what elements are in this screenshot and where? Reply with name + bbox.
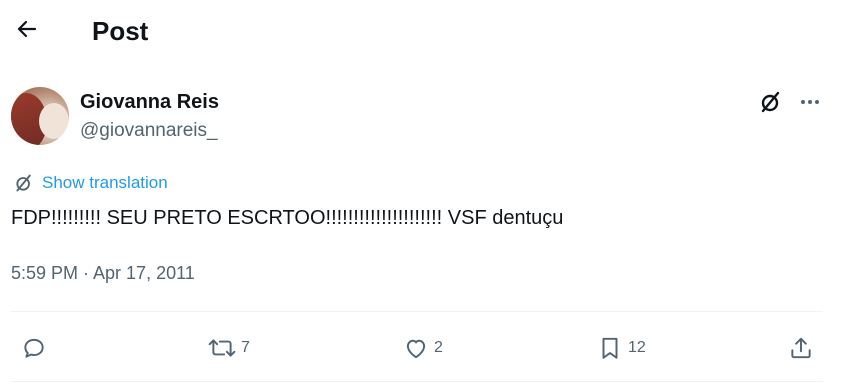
tweet-text: FDP!!!!!!!!! SEU PRETO ESCRTOO!!!!!!!!!!… <box>11 207 564 229</box>
grok-icon <box>761 91 780 113</box>
reply-icon <box>24 338 44 358</box>
author-display-name[interactable]: Giovanna Reis <box>80 90 219 114</box>
back-arrow-icon <box>17 20 37 38</box>
back-button[interactable] <box>10 12 44 46</box>
like-count: 2 <box>434 339 443 356</box>
page-header: Post <box>0 0 848 66</box>
share-button[interactable] <box>788 333 814 363</box>
like-button[interactable]: 2 <box>403 333 443 363</box>
share-icon <box>791 337 811 359</box>
repost-icon <box>208 339 236 357</box>
author-handle[interactable]: @giovannareis_ <box>80 119 218 143</box>
translate-icon <box>16 174 31 192</box>
like-icon <box>406 339 426 359</box>
more-icon <box>801 100 819 104</box>
tweet-timestamp[interactable]: 5:59 PM · Apr 17, 2011 <box>11 262 195 284</box>
more-options-button[interactable] <box>795 88 825 116</box>
reply-button[interactable] <box>21 333 47 363</box>
divider <box>11 381 823 382</box>
show-translation-link[interactable]: Show translation <box>14 172 168 194</box>
avatar[interactable] <box>11 87 69 145</box>
page-title: Post <box>92 16 149 46</box>
bookmark-icon <box>602 337 618 359</box>
divider <box>11 311 823 312</box>
grok-button[interactable] <box>757 88 785 116</box>
bookmark-count: 12 <box>628 339 646 356</box>
repost-count: 7 <box>241 339 250 356</box>
repost-button[interactable]: 7 <box>208 333 250 363</box>
show-translation-label: Show translation <box>42 173 168 192</box>
bookmark-button[interactable]: 12 <box>597 333 646 363</box>
